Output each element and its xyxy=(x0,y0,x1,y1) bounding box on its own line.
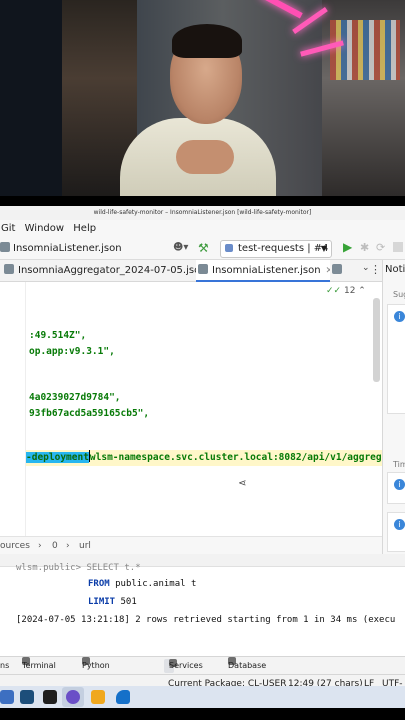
tool-tab-services[interactable]: Services xyxy=(164,659,203,673)
editor-tabs: InsomniaAggregator_2024-07-05.json✕ Inso… xyxy=(0,260,382,282)
black-bar xyxy=(0,196,405,206)
console-line: LIMIT 501 xyxy=(88,597,137,607)
suggested-label: Sug xyxy=(393,290,405,299)
current-file-label: InsomniaListener.json xyxy=(13,243,122,254)
console-result-line: [2024-07-05 13:21:18] 2 rows retrieved s… xyxy=(16,615,396,625)
timeline-label: Tim xyxy=(393,460,405,469)
tab-label: InsomniaListener.json xyxy=(212,265,321,276)
tab-insomnia-aggregator[interactable]: InsomniaAggregator_2024-07-05.json✕ xyxy=(0,260,196,282)
taskbar-terminal-icon[interactable] xyxy=(43,690,57,704)
presenter-hands xyxy=(176,140,234,174)
chevron-down-icon[interactable]: ⌄ xyxy=(362,263,370,273)
taskbar-app-icon[interactable] xyxy=(116,690,130,704)
run-icon[interactable]: ▶ xyxy=(343,240,352,254)
chevron-down-icon: ▼ xyxy=(320,244,327,253)
breadcrumb: ources › 0 › url xyxy=(0,536,382,554)
presenter-hair xyxy=(172,24,242,58)
json-file-icon xyxy=(198,264,208,274)
json-file-icon xyxy=(332,264,342,274)
build-hammer-icon[interactable]: ⚒ xyxy=(198,241,209,255)
breadcrumb-resources[interactable]: ources xyxy=(0,537,30,555)
code-line: 93fb67acd5a59165cb5", xyxy=(29,408,150,419)
breadcrumb-separator: › xyxy=(66,541,70,551)
breadcrumb-index[interactable]: 0 xyxy=(52,537,58,555)
stop-icon[interactable] xyxy=(393,242,403,252)
menu-git[interactable]: Git xyxy=(1,223,15,234)
info-icon: i xyxy=(394,479,405,490)
notification-card[interactable]: i xyxy=(387,512,405,552)
webcam-background-left xyxy=(0,0,62,196)
inspection-widget[interactable]: ✓✓ 12 ⌃ xyxy=(326,286,366,296)
tab-insomnia-listener[interactable]: InsomniaListener.json✕ xyxy=(196,260,330,282)
taskbar-app-icon[interactable] xyxy=(91,690,105,704)
editor-scrollbar[interactable] xyxy=(373,298,380,382)
console-line: wlsm.public> SELECT t.* xyxy=(16,563,141,573)
info-icon: i xyxy=(394,311,405,322)
run-configuration-label: test-requests | #4 xyxy=(238,243,329,254)
taskbar-app-icon[interactable] xyxy=(0,690,14,704)
main-toolbar: InsomniaListener.json ☻▾ ⚒ test-requests… xyxy=(0,238,405,260)
tab-label: InsomniaAggregator_2024-07-05.json xyxy=(18,265,196,276)
code-line-rest: wlsm-namespace.svc.cluster.local:8082/ap… xyxy=(89,452,382,463)
window-title: wild-life-safety-monitor – InsomniaListe… xyxy=(0,206,405,220)
coverage-icon[interactable]: ⟳ xyxy=(376,241,385,254)
json-file-icon xyxy=(0,242,10,252)
os-taskbar xyxy=(0,686,405,708)
console-line: FROM public.animal t xyxy=(88,579,197,589)
run-configuration-select[interactable]: test-requests | #4 ▼ xyxy=(220,240,332,258)
tool-window-bar: ns Terminal Python Packages Services Dat… xyxy=(0,656,405,688)
notifications-panel: Notif Sug i Tim i i xyxy=(382,260,405,554)
request-icon xyxy=(225,244,233,252)
breadcrumb-url[interactable]: url xyxy=(79,537,91,555)
notifications-title: Notif xyxy=(385,264,405,275)
ide-window: wild-life-safety-monitor – InsomniaListe… xyxy=(0,206,405,704)
check-icon: ✓✓ xyxy=(326,286,342,296)
code-editor[interactable]: ✓✓ 12 ⌃ :49.514Z", op.app:v9.3.1", 4a023… xyxy=(0,282,382,536)
taskbar-app-icon[interactable] xyxy=(66,690,80,704)
webcam-video xyxy=(0,0,405,196)
inspection-count: 12 xyxy=(343,286,356,296)
editor-gutter xyxy=(0,282,26,536)
chevron-up-icon: ⌃ xyxy=(358,286,366,296)
taskbar-app-icon[interactable] xyxy=(20,690,34,704)
current-code-line: -deploymentwlsm-namespace.svc.cluster.lo… xyxy=(26,450,382,466)
black-bar xyxy=(0,708,405,720)
code-line: op.app:v9.3.1", xyxy=(29,346,115,357)
user-icon[interactable]: ☻▾ xyxy=(173,242,188,253)
webcam-shelf-items xyxy=(330,20,400,80)
debug-icon[interactable]: ✱ xyxy=(360,241,369,254)
tab-overflow[interactable] xyxy=(330,260,356,282)
current-file-breadcrumb[interactable]: InsomniaListener.json xyxy=(0,241,122,257)
mouse-cursor-icon: ⋖ xyxy=(238,478,247,489)
notification-card[interactable]: i xyxy=(387,304,405,414)
code-line: :49.514Z", xyxy=(29,330,87,341)
menu-bar: Git Window Help xyxy=(0,220,405,238)
info-icon: i xyxy=(394,519,405,530)
tool-tab-problems[interactable]: ns xyxy=(0,657,9,675)
menu-help[interactable]: Help xyxy=(73,223,96,234)
notification-card[interactable]: i xyxy=(387,472,405,504)
services-console-output: wlsm.public> SELECT t.* FROM public.anim… xyxy=(0,563,405,656)
selected-text: -deployment xyxy=(26,452,89,463)
breadcrumb-separator: › xyxy=(38,541,42,551)
menu-window[interactable]: Window xyxy=(25,223,64,234)
code-line: 4a0239027d9784", xyxy=(29,392,121,403)
more-vertical-icon[interactable]: ⋮ xyxy=(370,263,381,276)
json-file-icon xyxy=(4,264,14,274)
